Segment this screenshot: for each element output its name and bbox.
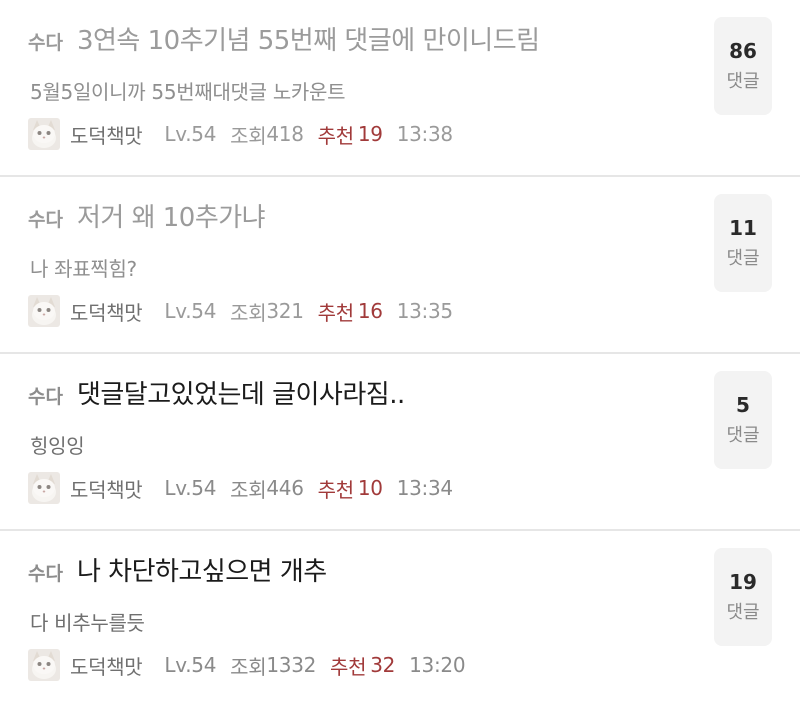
post-views-label: 조회 xyxy=(230,123,267,148)
comment-label: 댓글 xyxy=(726,248,760,269)
post-title-row: 수다 나 차단하고싶으면 개추 xyxy=(28,551,327,588)
post-category: 수다 xyxy=(28,32,63,54)
post-title[interactable]: 댓글달고있었는데 글이사라짐.. xyxy=(77,374,405,411)
post-preview: 나 좌표찍힘? xyxy=(30,257,137,281)
post-title[interactable]: 나 차단하고싶으면 개추 xyxy=(77,551,327,588)
comment-count: 19 xyxy=(729,570,757,594)
post-meta: 도덕책맛 Lv.54 조회 321 추천 16 13:35 xyxy=(28,295,453,327)
post-recommend-label: 추천 xyxy=(317,123,355,148)
avatar-cat-icon xyxy=(28,649,60,681)
post-meta: 도덕책맛 Lv.54 조회 1332 추천 32 13:20 xyxy=(28,649,466,681)
post-preview: 다 비추누를듯 xyxy=(30,611,145,635)
post-category: 수다 xyxy=(28,563,63,585)
post-list: 수다 3연속 10추기념 55번째 댓글에 만이니드림 5월5일이니까 55번째… xyxy=(0,0,800,699)
comment-count: 5 xyxy=(736,393,750,417)
avatar-cat-icon xyxy=(28,472,60,504)
post-recommend-count: 32 xyxy=(370,653,396,677)
post-item[interactable]: 수다 저거 왜 10추가냐 나 좌표찍힘? 도덕책맛 Lv.54 조회 321 … xyxy=(0,177,800,354)
post-views-count: 321 xyxy=(266,299,304,323)
post-time: 13:38 xyxy=(396,122,453,146)
post-author[interactable]: 도덕책맛 xyxy=(70,297,143,326)
post-category: 수다 xyxy=(28,386,63,408)
post-author-level: Lv.54 xyxy=(164,122,217,146)
post-recommend-label: 추천 xyxy=(317,477,355,502)
post-views-label: 조회 xyxy=(230,477,267,502)
post-views-count: 446 xyxy=(266,476,304,500)
post-views-count: 1332 xyxy=(266,653,317,677)
post-author-level: Lv.54 xyxy=(164,653,217,677)
post-author-level: Lv.54 xyxy=(164,299,217,323)
post-meta: 도덕책맛 Lv.54 조회 446 추천 10 13:34 xyxy=(28,472,453,504)
post-meta: 도덕책맛 Lv.54 조회 418 추천 19 13:38 xyxy=(28,118,453,150)
post-views-label: 조회 xyxy=(230,654,267,679)
post-views-count: 418 xyxy=(266,122,304,146)
post-preview: 5월5일이니까 55번째대댓글 노카운트 xyxy=(30,80,346,104)
comment-label: 댓글 xyxy=(726,71,760,92)
comment-count-button[interactable]: 11 댓글 xyxy=(714,194,772,292)
comment-count-button[interactable]: 19 댓글 xyxy=(714,548,772,646)
comment-label: 댓글 xyxy=(726,425,760,446)
post-category: 수다 xyxy=(28,209,63,231)
post-title-row: 수다 저거 왜 10추가냐 xyxy=(28,197,266,234)
post-item[interactable]: 수다 3연속 10추기념 55번째 댓글에 만이니드림 5월5일이니까 55번째… xyxy=(0,0,800,177)
post-author[interactable]: 도덕책맛 xyxy=(70,651,143,680)
post-title-row: 수다 3연속 10추기념 55번째 댓글에 만이니드림 xyxy=(28,20,540,57)
post-title-row: 수다 댓글달고있었는데 글이사라짐.. xyxy=(28,374,405,411)
comment-count: 86 xyxy=(729,39,757,63)
post-views-label: 조회 xyxy=(230,300,267,325)
post-recommend-label: 추천 xyxy=(317,300,355,325)
comment-count: 11 xyxy=(729,216,757,240)
post-time: 13:20 xyxy=(409,653,466,677)
post-time: 13:35 xyxy=(396,299,453,323)
post-author[interactable]: 도덕책맛 xyxy=(70,474,143,503)
post-item[interactable]: 수다 댓글달고있었는데 글이사라짐.. 힝잉잉 도덕책맛 Lv.54 조회 44… xyxy=(0,354,800,531)
post-recommend-count: 19 xyxy=(357,122,383,146)
post-preview: 힝잉잉 xyxy=(30,434,85,458)
comment-count-button[interactable]: 86 댓글 xyxy=(714,17,772,115)
post-recommend-count: 10 xyxy=(357,476,383,500)
post-recommend-count: 16 xyxy=(357,299,383,323)
comment-count-button[interactable]: 5 댓글 xyxy=(714,371,772,469)
post-author[interactable]: 도덕책맛 xyxy=(70,120,143,149)
post-time: 13:34 xyxy=(396,476,453,500)
avatar-cat-icon xyxy=(28,295,60,327)
post-author-level: Lv.54 xyxy=(164,476,217,500)
avatar-cat-icon xyxy=(28,118,60,150)
post-title[interactable]: 3연속 10추기념 55번째 댓글에 만이니드림 xyxy=(77,20,540,57)
post-title[interactable]: 저거 왜 10추가냐 xyxy=(77,197,266,234)
post-recommend-label: 추천 xyxy=(330,654,367,679)
post-item[interactable]: 수다 나 차단하고싶으면 개추 다 비추누를듯 도덕책맛 Lv.54 조회 13… xyxy=(0,531,800,708)
comment-label: 댓글 xyxy=(726,602,760,623)
